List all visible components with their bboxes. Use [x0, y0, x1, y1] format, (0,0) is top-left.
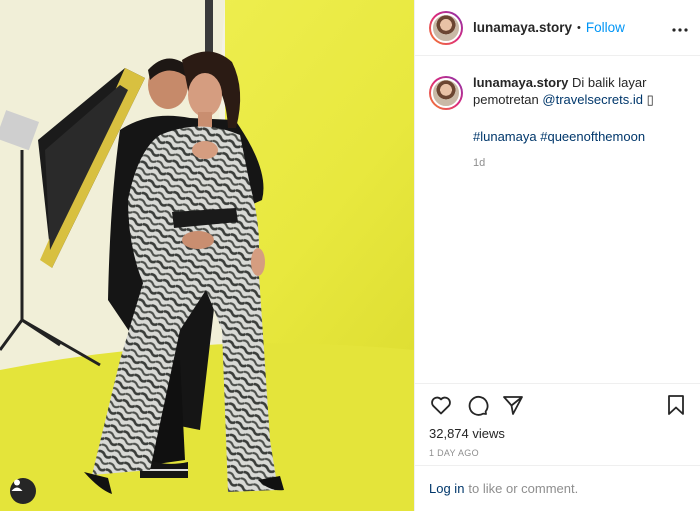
- action-bar: [429, 384, 688, 426]
- share-icon[interactable]: [501, 393, 525, 417]
- post-media[interactable]: [0, 0, 414, 511]
- views-count[interactable]: 32,874 views: [429, 426, 688, 441]
- login-link[interactable]: Log in: [429, 481, 464, 496]
- comment-icon[interactable]: [465, 393, 489, 417]
- caption-avatar[interactable]: [429, 76, 463, 110]
- post-header: lunamaya.story • Follow: [415, 0, 700, 56]
- follow-button[interactable]: Follow: [586, 20, 625, 35]
- avatar[interactable]: [429, 10, 463, 45]
- bookmark-icon[interactable]: [664, 393, 688, 417]
- caption: lunamaya.story Di balik layar pemotretan…: [473, 74, 686, 383]
- caption-username[interactable]: lunamaya.story: [473, 75, 568, 90]
- heart-icon[interactable]: [429, 393, 453, 417]
- caption-emoji: ▯: [646, 92, 654, 107]
- caption-time[interactable]: 1d: [473, 155, 686, 172]
- hashtag-link[interactable]: #lunamaya: [473, 129, 537, 144]
- login-prompt: Log in to like or comment.: [415, 465, 700, 511]
- post-sidebar: lunamaya.story • Follow lunamaya.story D…: [414, 0, 700, 511]
- caption-text-line1: Di balik layar: [572, 75, 647, 90]
- separator-dot: •: [577, 21, 581, 34]
- user-tag-icon[interactable]: [10, 478, 36, 504]
- hashtag-link[interactable]: #queenofthemoon: [540, 129, 645, 144]
- header-username[interactable]: lunamaya.story: [473, 20, 572, 35]
- more-options-icon[interactable]: [672, 19, 688, 37]
- photo-scene: [0, 0, 414, 511]
- actions-section: 32,874 views 1 DAY AGO: [415, 383, 700, 470]
- caption-text-line2: pemotretan: [473, 92, 539, 107]
- caption-section: lunamaya.story Di balik layar pemotretan…: [415, 56, 700, 383]
- caption-mention[interactable]: @travelsecrets.id: [542, 92, 643, 107]
- hashtags: #lunamaya #queenofthemoon: [473, 128, 686, 145]
- login-suffix: to like or comment.: [468, 481, 579, 496]
